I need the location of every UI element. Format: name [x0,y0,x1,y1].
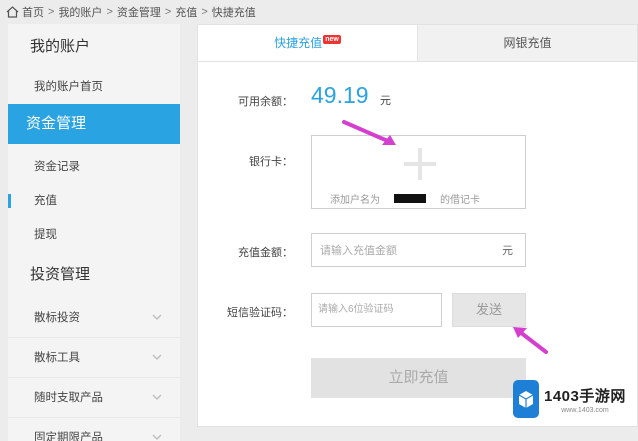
sidebar-item-fund-records[interactable]: 资金记录 [8,150,180,184]
sidebar-item-recharge[interactable]: 充值 [8,184,180,218]
sms-code-input[interactable]: 请输入6位验证码 [311,293,442,327]
sidebar-item-label: 散标工具 [34,351,80,364]
card-hint-suffix: 的借记卡 [440,195,480,206]
amount-input[interactable]: 请输入充值金额 元 [311,233,526,267]
balance-label: 可用余额： [238,96,293,108]
amount-label: 充值金额： [238,247,293,259]
chevron-down-icon [152,394,162,400]
breadcrumb-separator: > [164,6,172,18]
annotation-arrow-icon [513,327,548,354]
breadcrumb-recharge[interactable]: 充值 [175,4,197,20]
site-watermark: 1403手游网 www.1403.com [512,377,634,421]
tab-quick-recharge[interactable]: 快捷充值 new [198,25,417,61]
chevron-down-icon [152,314,162,320]
card-hint-prefix: 添加户名为 [330,195,380,206]
amount-unit: 元 [502,245,513,257]
sidebar-item-flexible-products[interactable]: 随时支取产品 [8,378,180,418]
breadcrumb-separator: > [106,6,113,18]
plus-icon [404,148,436,180]
tab-label: 快捷充值 [274,36,323,50]
chevron-down-icon [152,354,162,360]
balance-unit: 元 [380,95,391,107]
sidebar-item-withdraw[interactable]: 提现 [8,218,180,252]
redacted-name [394,194,426,203]
amount-placeholder: 请输入充值金额 [320,245,397,257]
bank-card-label: 银行卡： [249,156,293,168]
recharge-panel: 快捷充值 new 网银充值 可用余额： 49.19 元 银行卡： 添加户名为 的借… [197,24,638,427]
balance-value: 49.19 [311,82,369,108]
sidebar-item-label: 散标投资 [34,311,80,324]
breadcrumb-home[interactable]: 首页 [22,4,44,20]
watermark-url: www.1403.com [561,406,609,414]
sidebar-item-account-home[interactable]: 我的账户首页 [8,70,180,104]
add-card-hint: 添加户名为 的借记卡 [330,191,480,206]
recharge-now-button[interactable]: 立即充值 [311,358,526,398]
watermark-title: 1403手游网 [544,387,626,405]
breadcrumb-quick-recharge: 快捷充值 [211,7,256,19]
chevron-down-icon [152,434,162,440]
annotation-arrow-icon [342,120,396,145]
watermark-logo-icon [513,380,539,418]
breadcrumb-separator: > [48,6,55,18]
sidebar-item-fixed-term-products[interactable]: 固定期限产品 [8,418,180,441]
sidebar: 我的账户 我的账户首页 资金管理 资金记录 充值 提现 投资管理 散标投资 散标… [8,24,180,441]
sidebar-section-funds[interactable]: 资金管理 [8,104,180,144]
tab-online-banking[interactable]: 网银充值 [417,25,637,61]
new-badge: new [323,35,341,44]
sidebar-item-label: 固定期限产品 [34,431,103,441]
sidebar-item-loan-invest[interactable]: 散标投资 [8,298,180,338]
sms-code-label: 短信验证码： [227,307,293,319]
sidebar-section-account: 我的账户 [30,38,91,55]
breadcrumb: 首页 > 我的账户 > 资金管理 > 充值 > 快捷充值 [6,3,256,21]
breadcrumb-my-account[interactable]: 我的账户 [58,4,102,20]
breadcrumb-funds[interactable]: 资金管理 [117,4,161,20]
recharge-tabs: 快捷充值 new 网银充值 [198,25,637,62]
breadcrumb-separator: > [201,6,208,18]
home-icon[interactable] [6,6,19,18]
sidebar-item-label: 随时支取产品 [34,391,103,404]
sidebar-item-loan-tools[interactable]: 散标工具 [8,338,180,378]
sidebar-section-invest: 投资管理 [30,266,91,283]
